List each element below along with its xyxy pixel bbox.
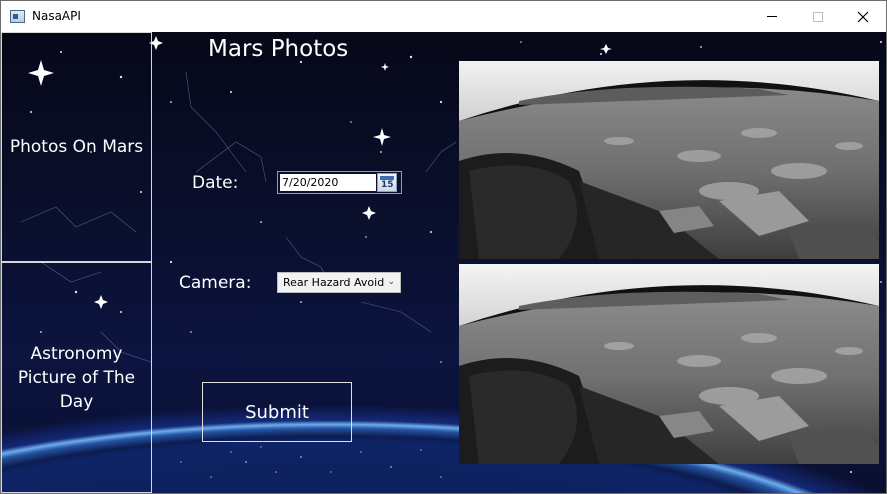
camera-select[interactable]: Rear Hazard Avoid ⌄	[277, 272, 401, 293]
chevron-down-icon: ⌄	[387, 277, 395, 287]
date-label: Date:	[192, 173, 239, 193]
close-icon	[857, 11, 869, 22]
app-window: NasaAPI Photos On Mars Astronomy Picture…	[0, 0, 887, 494]
mars-photo-2	[459, 264, 879, 464]
app-icon	[10, 10, 25, 23]
client-area: Photos On Mars Astronomy Picture of The …	[1, 32, 886, 493]
title-bar[interactable]: NasaAPI	[1, 1, 886, 32]
submit-button-label: Submit	[245, 401, 309, 423]
nav-photos-on-mars[interactable]: Photos On Mars	[1, 32, 152, 262]
nav-photos-on-mars-label: Photos On Mars	[9, 137, 144, 157]
date-picker[interactable]: 7/20/2020 15	[277, 171, 402, 194]
maximize-icon	[813, 11, 823, 22]
date-input[interactable]: 7/20/2020	[280, 174, 376, 191]
calendar-day: 15	[381, 180, 394, 190]
calendar-icon[interactable]: 15	[377, 173, 397, 192]
page-title: Mars Photos	[208, 36, 349, 62]
camera-select-value: Rear Hazard Avoid	[283, 276, 385, 289]
window-title: NasaAPI	[32, 9, 81, 23]
mars-photo-1	[459, 61, 879, 259]
submit-button[interactable]: Submit	[202, 382, 352, 442]
nav-astronomy-picture[interactable]: Astronomy Picture of The Day	[1, 262, 152, 493]
maximize-button[interactable]	[795, 1, 841, 32]
minimize-icon	[767, 16, 777, 17]
close-button[interactable]	[840, 1, 886, 32]
nav-astronomy-picture-label: Astronomy Picture of The Day	[17, 343, 136, 412]
minimize-button[interactable]	[749, 1, 795, 32]
camera-label: Camera:	[179, 273, 252, 293]
